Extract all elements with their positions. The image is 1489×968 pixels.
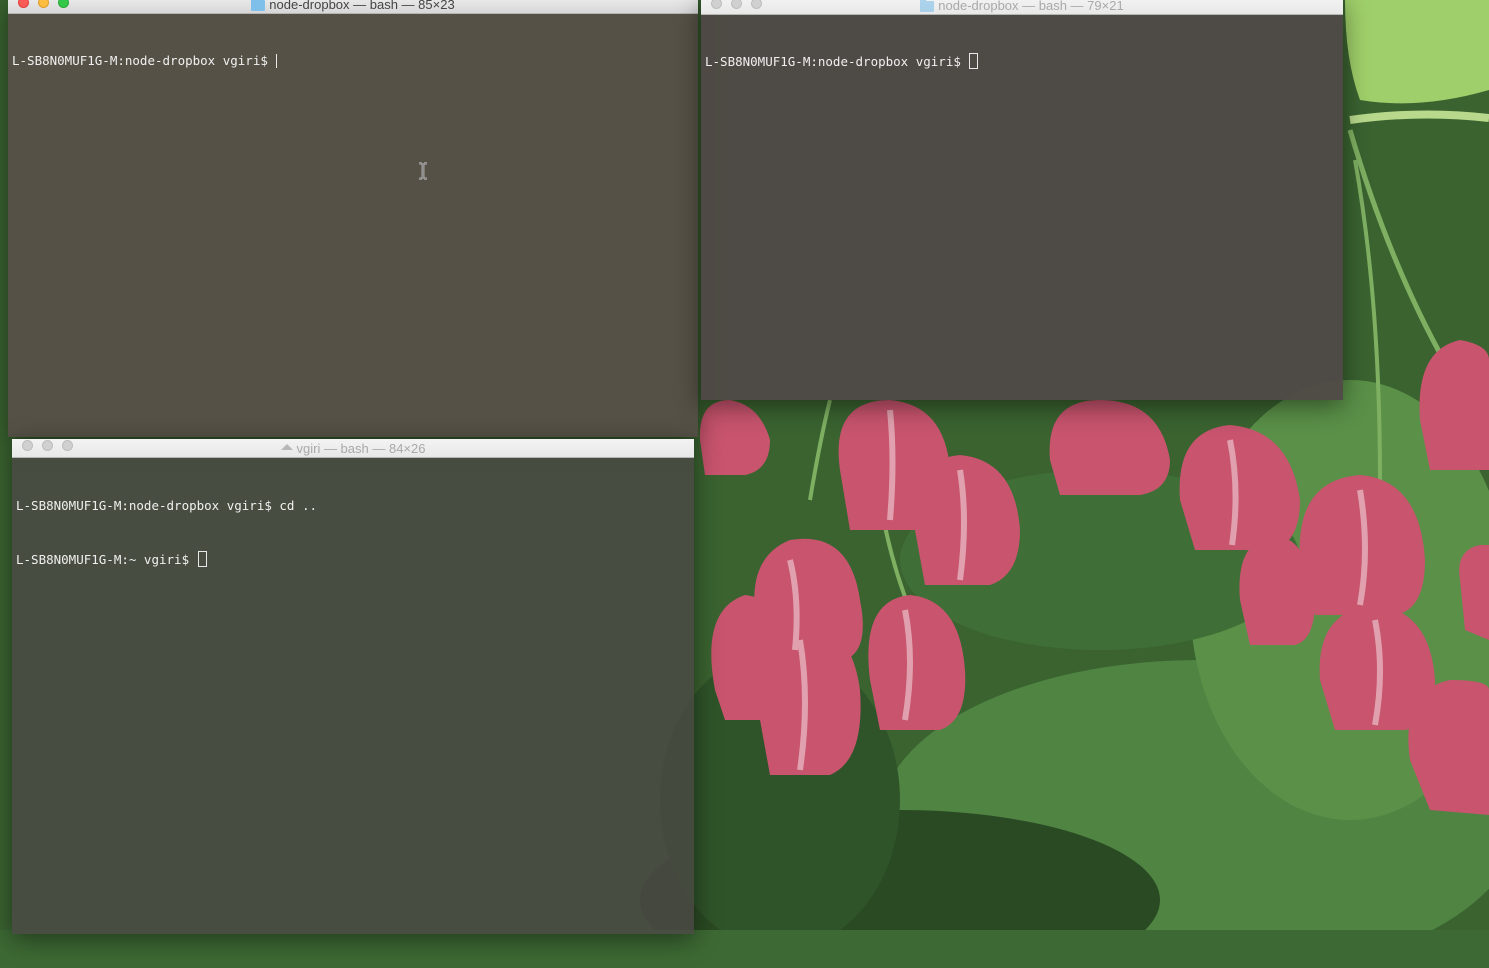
zoom-button[interactable] <box>62 440 73 451</box>
terminal-output[interactable]: L-SB8N0MUF1G-M:node-dropbox vgiri$ cd ..… <box>12 459 694 934</box>
window-title-label: node-dropbox — bash — 85×23 <box>269 0 455 12</box>
terminal-output[interactable]: L-SB8N0MUF1G-M:node-dropbox vgiri$ <box>8 14 698 437</box>
text-cursor <box>276 54 278 68</box>
terminal-output[interactable]: L-SB8N0MUF1G-M:node-dropbox vgiri$ <box>701 15 1343 400</box>
title-bar[interactable]: node-dropbox — bash — 85×23 <box>8 0 698 14</box>
terminal-line: L-SB8N0MUF1G-M:~ vgiri$ <box>16 551 690 569</box>
ibeam-cursor-icon <box>419 162 427 180</box>
terminal-window-top-left[interactable]: node-dropbox — bash — 85×23 L-SB8N0MUF1G… <box>8 0 698 437</box>
close-button[interactable] <box>22 440 33 451</box>
window-title-label: node-dropbox — bash — 79×21 <box>938 0 1124 13</box>
window-controls <box>18 0 78 13</box>
terminal-prompt: L-SB8N0MUF1G-M:node-dropbox vgiri$ <box>705 54 969 69</box>
folder-icon <box>920 0 935 12</box>
window-title: node-dropbox — bash — 85×23 <box>251 0 455 13</box>
window-controls <box>711 0 771 14</box>
minimize-button[interactable] <box>42 440 53 451</box>
window-title: vgiri — bash — 84×26 <box>280 440 426 458</box>
terminal-line: L-SB8N0MUF1G-M:node-dropbox vgiri$ <box>12 52 694 70</box>
title-bar[interactable]: node-dropbox — bash — 79×21 <box>701 0 1343 15</box>
zoom-button[interactable] <box>58 0 69 8</box>
title-bar[interactable]: vgiri — bash — 84×26 <box>12 439 694 458</box>
terminal-prompt: L-SB8N0MUF1G-M:node-dropbox vgiri$ <box>12 53 276 68</box>
window-title: node-dropbox — bash — 79×21 <box>920 0 1124 14</box>
terminal-command-line: L-SB8N0MUF1G-M:node-dropbox vgiri$ cd .. <box>16 498 318 513</box>
close-button[interactable] <box>711 0 722 9</box>
close-button[interactable] <box>18 0 29 8</box>
terminal-window-top-right[interactable]: node-dropbox — bash — 79×21 L-SB8N0MUF1G… <box>701 0 1343 400</box>
minimize-button[interactable] <box>38 0 49 8</box>
home-icon <box>280 444 293 450</box>
terminal-line: L-SB8N0MUF1G-M:node-dropbox vgiri$ <box>705 53 1339 71</box>
zoom-button[interactable] <box>751 0 762 9</box>
folder-icon <box>251 0 266 11</box>
text-cursor <box>197 551 207 567</box>
terminal-prompt: L-SB8N0MUF1G-M:~ vgiri$ <box>16 552 197 567</box>
minimize-button[interactable] <box>731 0 742 9</box>
terminal-window-bottom-left[interactable]: vgiri — bash — 84×26 L-SB8N0MUF1G-M:node… <box>12 439 694 934</box>
desktop: node-dropbox — bash — 85×23 L-SB8N0MUF1G… <box>0 0 1489 968</box>
terminal-line: L-SB8N0MUF1G-M:node-dropbox vgiri$ cd .. <box>16 497 690 515</box>
text-cursor <box>969 53 979 69</box>
window-controls <box>22 440 82 456</box>
window-title-label: vgiri — bash — 84×26 <box>296 441 426 456</box>
